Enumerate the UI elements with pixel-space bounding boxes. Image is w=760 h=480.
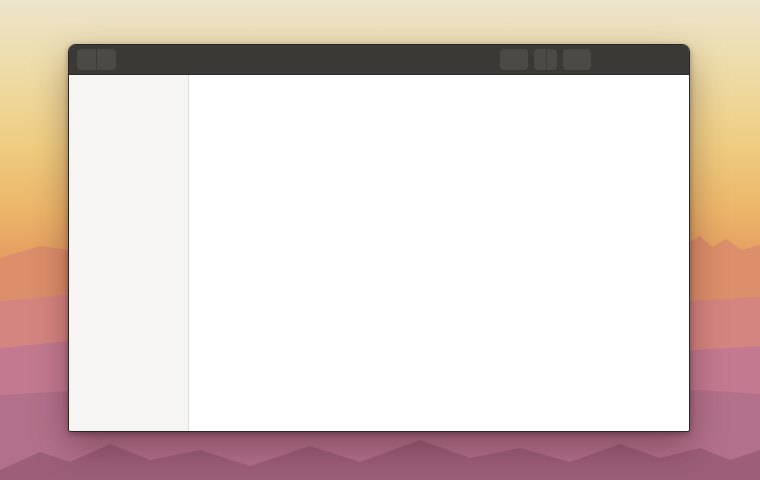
history-nav <box>77 49 116 70</box>
view-toggle <box>534 49 557 70</box>
search-button[interactable] <box>500 49 528 70</box>
file-view <box>189 75 689 431</box>
menu-button[interactable] <box>563 49 591 70</box>
list-view-button[interactable] <box>534 49 546 70</box>
header-bar <box>69 45 689 75</box>
sidebar <box>69 75 189 431</box>
window-body <box>69 75 689 431</box>
window-controls <box>607 52 681 68</box>
maximize-button[interactable] <box>636 52 652 68</box>
minimize-button[interactable] <box>607 52 623 68</box>
file-manager-window <box>68 44 690 432</box>
close-button[interactable] <box>665 52 681 68</box>
forward-button[interactable] <box>96 49 116 70</box>
back-button[interactable] <box>77 49 96 70</box>
view-options-button[interactable] <box>546 49 557 70</box>
